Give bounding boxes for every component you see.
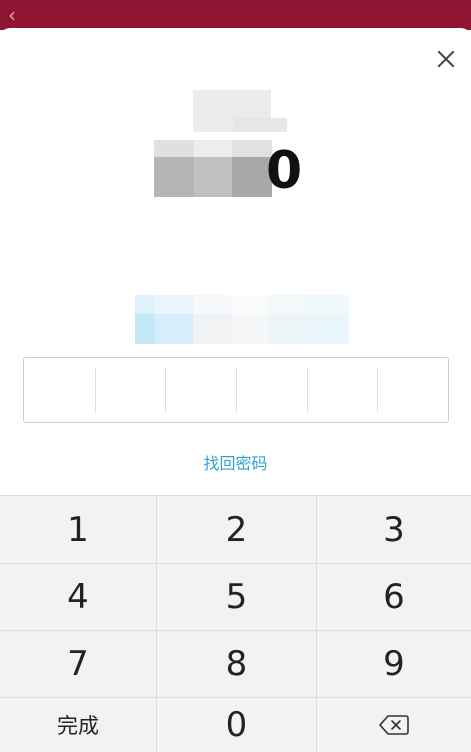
pin-cell[interactable] [24,358,95,422]
obscured-amount [154,140,272,197]
key-8[interactable]: 8 [157,631,317,698]
key-0[interactable]: 0 [157,698,317,752]
numeric-keypad: 1 2 3 4 5 6 7 8 9 完成 0 [0,495,471,752]
key-5[interactable]: 5 [157,564,317,631]
key-9[interactable]: 9 [317,631,471,698]
key-2[interactable]: 2 [157,496,317,564]
amount-text: 0 [266,141,303,201]
obscured-title [0,0,471,30]
obscured-hint [135,295,349,344]
pin-input[interactable] [23,357,449,423]
obscured-label [193,90,287,132]
done-key[interactable]: 完成 [0,698,157,752]
pin-cell[interactable] [377,358,448,422]
key-4[interactable]: 4 [0,564,157,631]
pin-cell[interactable] [165,358,236,422]
pin-cell[interactable] [94,358,166,422]
forgot-password-link[interactable]: 找回密码 [0,450,471,474]
backspace-icon [379,715,409,735]
pin-cell[interactable] [236,358,307,422]
key-7[interactable]: 7 [0,631,157,698]
pin-cell[interactable] [306,358,378,422]
key-1[interactable]: 1 [0,496,157,564]
close-icon[interactable] [435,48,457,70]
key-6[interactable]: 6 [317,564,471,631]
backspace-key[interactable] [317,698,471,752]
key-3[interactable]: 3 [317,496,471,564]
